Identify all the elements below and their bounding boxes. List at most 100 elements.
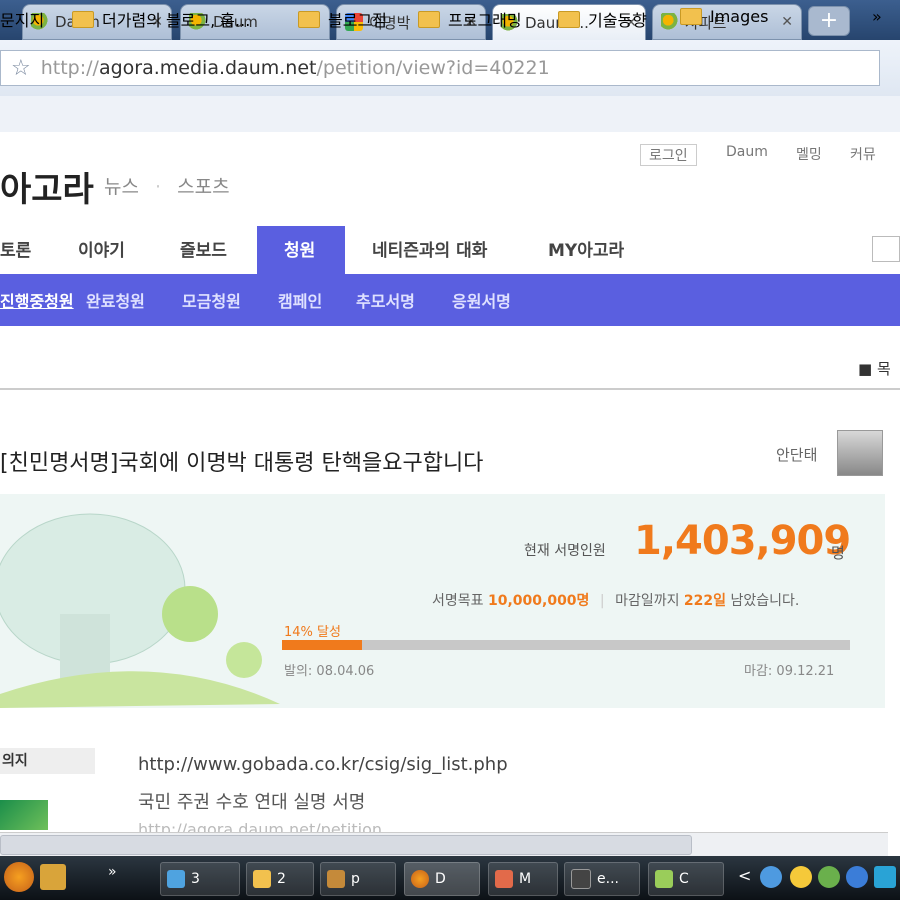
tab-petition[interactable]: 청원 xyxy=(284,236,315,261)
separator: · xyxy=(155,176,162,198)
agora-logo[interactable]: 아고라 xyxy=(0,162,94,211)
taskbar-item-label: C xyxy=(679,871,689,887)
author-name[interactable]: 안단태 xyxy=(776,444,817,465)
new-tab-button[interactable]: + xyxy=(808,6,850,36)
start-date: 발의: 08.04.06 xyxy=(284,664,375,679)
count-unit: 명 xyxy=(831,544,845,562)
bookmark-star-icon[interactable]: ☆ xyxy=(11,56,31,81)
top-nav: 뉴스 · 스포츠 xyxy=(104,172,230,199)
goal-line: 서명목표 10,000,000명 | 마감일까지 222일 남았습니다. xyxy=(432,590,799,610)
days-left: 222일 xyxy=(683,593,727,609)
bookmark-label: Images xyxy=(710,7,769,26)
taskbar-item[interactable]: 3 xyxy=(160,862,240,896)
app-icon xyxy=(655,870,673,888)
taskbar-item-active[interactable]: D xyxy=(404,862,480,896)
avatar[interactable] xyxy=(837,430,883,476)
messenger-icon[interactable] xyxy=(790,866,812,888)
bookmark-item[interactable]: 문지지 xyxy=(0,7,44,31)
folder-icon xyxy=(558,10,580,28)
bookmark-label: 블로그점 xyxy=(328,11,387,30)
divider xyxy=(0,388,900,390)
current-signature-count: 1,403,909 xyxy=(634,518,851,564)
progress-fill xyxy=(282,640,362,650)
list-button[interactable]: ■ 목 xyxy=(858,358,891,379)
scrollbar-thumb[interactable] xyxy=(0,835,692,855)
taskbar-item-label: 2 xyxy=(277,871,286,887)
separator: | xyxy=(599,593,605,609)
folder-icon xyxy=(253,870,271,888)
taskbar-item-label: M xyxy=(519,871,532,887)
url-scheme: http:// xyxy=(40,57,99,79)
side-label: 의지 xyxy=(0,748,95,774)
ie-icon xyxy=(167,870,185,888)
goal-label: 서명목표 xyxy=(432,593,484,609)
network-icon[interactable] xyxy=(760,866,782,888)
search-box[interactable] xyxy=(872,236,900,262)
tray-app-icon[interactable] xyxy=(874,866,896,888)
body-link[interactable]: http://www.gobada.co.kr/csig/sig_list.ph… xyxy=(138,754,508,775)
subnav-memorial[interactable]: 추모서명 xyxy=(356,288,415,312)
subnav-completed[interactable]: 완료청원 xyxy=(86,288,145,312)
app-icon xyxy=(327,870,345,888)
bookmark-folder[interactable]: Images xyxy=(680,7,768,26)
taskbar-item[interactable]: C xyxy=(648,862,724,896)
quicklaunch-more-icon[interactable]: » xyxy=(108,864,117,880)
taskbar-item[interactable]: M xyxy=(488,862,558,896)
bookmark-folder[interactable]: 프로그래밍 xyxy=(418,7,522,31)
help-link[interactable]: 멜밍 xyxy=(796,144,822,164)
taskbar-item[interactable]: e... xyxy=(564,862,640,896)
nav-sports[interactable]: 스포츠 xyxy=(177,176,229,198)
taskbar-item-label: D xyxy=(435,871,446,887)
banner-thumbnail[interactable] xyxy=(0,800,48,830)
subnav-fundraising[interactable]: 모금청원 xyxy=(182,288,241,312)
taskbar-item[interactable]: p xyxy=(320,862,396,896)
folder-icon xyxy=(418,10,440,28)
taskbar-item[interactable]: 2 xyxy=(246,862,314,896)
subnav-ongoing[interactable]: 진행중청원 xyxy=(0,288,74,312)
progress-label: 14% 달성 xyxy=(284,625,341,640)
taskbar-item-label: e... xyxy=(597,871,619,887)
tab-my-agora[interactable]: MY아고라 xyxy=(548,236,624,261)
end-date: 마감: 09.12.21 xyxy=(744,664,835,679)
tree-illustration xyxy=(0,513,280,708)
bookmark-label: 더가렴의 블로그, 홈... xyxy=(102,11,251,30)
tab-board[interactable]: 즐보드 xyxy=(180,236,227,261)
tab-story[interactable]: 이야기 xyxy=(78,236,125,261)
close-icon[interactable]: ✕ xyxy=(781,14,793,30)
media-player-icon[interactable] xyxy=(40,864,66,890)
bookmarks-more-button[interactable]: » xyxy=(872,7,882,26)
bookmark-folder[interactable]: 블로그점 xyxy=(298,7,387,31)
folder-icon xyxy=(298,10,320,28)
login-button[interactable]: 로그인 xyxy=(640,144,697,166)
bookmark-label: 기술동향 xyxy=(588,11,647,30)
chevron-right-icon: » xyxy=(872,7,882,26)
app-icon xyxy=(495,870,513,888)
current-count-label: 현재 서명인원 xyxy=(524,543,606,559)
body-link[interactable]: http://agora.daum.net/petition xyxy=(138,820,382,832)
volume-icon[interactable] xyxy=(846,866,868,888)
subnav-support[interactable]: 응원서명 xyxy=(452,288,511,312)
body-text: 국민 주권 수호 연대 실명 서명 xyxy=(138,792,366,813)
goal-value: 10,000,000명 xyxy=(487,593,590,609)
app-icon xyxy=(571,869,591,889)
bookmark-folder[interactable]: 더가렴의 블로그, 홈... xyxy=(72,7,250,31)
chrome-icon[interactable] xyxy=(4,862,34,892)
remain-text: 남았습니다. xyxy=(730,593,800,609)
chrome-icon xyxy=(411,870,429,888)
folder-icon xyxy=(72,10,94,28)
tab-netizen-talk[interactable]: 네티즌과의 대화 xyxy=(372,236,487,261)
daum-link[interactable]: Daum xyxy=(726,144,768,160)
petition-title: [친민명서명]국회에 이명박 대통령 탄핵을요구합니다 xyxy=(0,451,484,476)
nav-news[interactable]: 뉴스 xyxy=(104,176,139,198)
community-link[interactable]: 커뮤 xyxy=(850,144,876,164)
bookmark-folder[interactable]: 기술동향 xyxy=(558,7,647,31)
subnav-campaign[interactable]: 캠페인 xyxy=(278,288,322,312)
taskbar-item-label: p xyxy=(351,871,360,887)
tab-debate[interactable]: 토론 xyxy=(0,236,31,261)
folder-icon xyxy=(680,8,702,25)
tray-app-icon[interactable] xyxy=(818,866,840,888)
deadline-text: 마감일까지 xyxy=(615,593,680,609)
address-bar[interactable]: ☆ http://agora.media.daum.net/petition/v… xyxy=(0,50,880,86)
tray-expand-icon[interactable]: < xyxy=(738,866,751,885)
daum-favicon-icon xyxy=(661,13,679,31)
